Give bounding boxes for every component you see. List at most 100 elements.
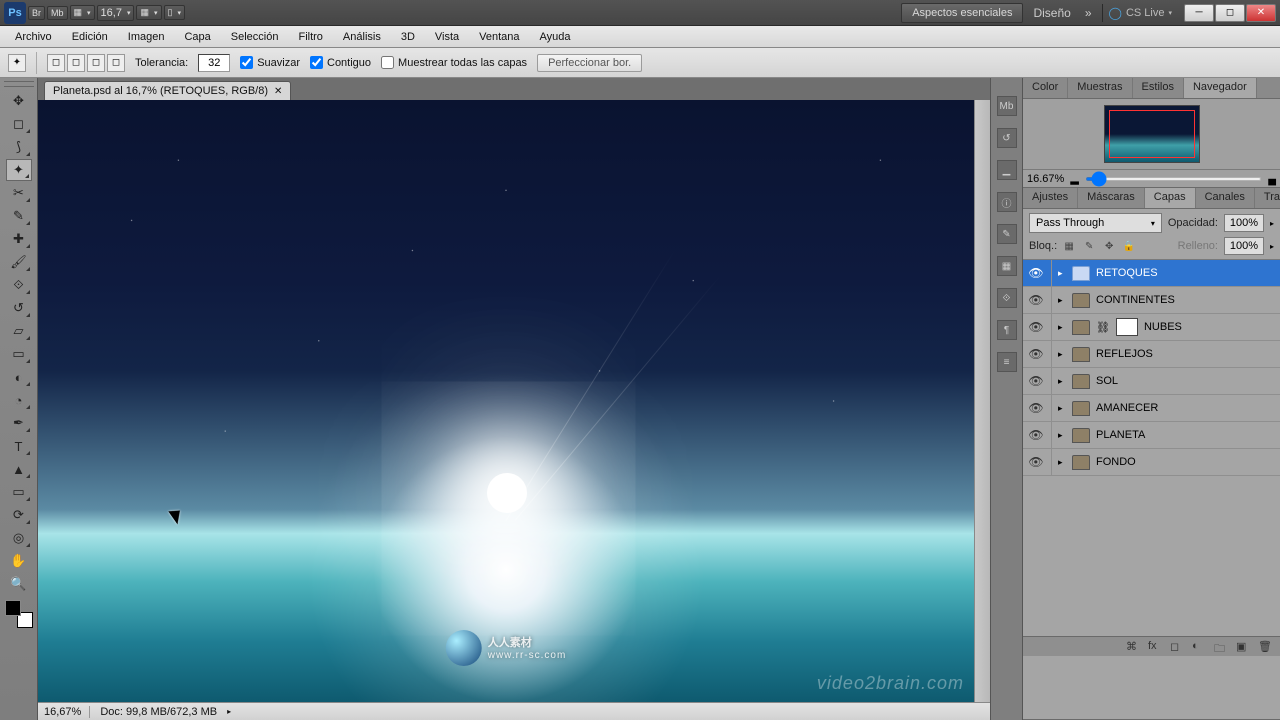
visibility-icon[interactable]: 👁 — [1027, 428, 1045, 442]
adjustment-layer-icon[interactable]: ◐ — [1192, 640, 1208, 654]
document-tab[interactable]: Planeta.psd al 16,7% (RETOQUES, RGB/8) ✕ — [44, 81, 291, 100]
view-options-button[interactable]: ▦ — [70, 5, 95, 20]
blend-mode-dropdown[interactable]: Pass Through — [1029, 213, 1162, 233]
workspace-more-icon[interactable]: » — [1081, 6, 1096, 20]
layer-mask-icon[interactable]: ◻ — [1170, 640, 1186, 654]
dodge-tool[interactable]: ◔ — [6, 389, 32, 411]
vertical-scrollbar[interactable] — [974, 100, 990, 702]
opacity-flyout-icon[interactable]: ▸ — [1270, 219, 1274, 228]
3d-tool[interactable]: ⟳ — [6, 504, 32, 526]
brush-panel-icon[interactable]: ✎ — [997, 224, 1017, 244]
lock-all-icon[interactable]: 🔒 — [1121, 238, 1137, 254]
layer-row[interactable]: 👁 ▸ REFLEJOS — [1023, 341, 1280, 368]
layer-row[interactable]: 👁▸SOL — [1023, 368, 1280, 395]
menu-3d[interactable]: 3D — [392, 29, 424, 45]
minibridge-panel-icon[interactable]: Mb — [997, 96, 1017, 116]
expand-group-icon[interactable]: ▸ — [1058, 457, 1066, 468]
tab-capas[interactable]: Capas — [1145, 188, 1196, 208]
clone-stamp-tool[interactable]: ⟐ — [6, 274, 32, 296]
layer-name[interactable]: REFLEJOS — [1096, 348, 1276, 360]
opacity-value[interactable]: 100% — [1224, 214, 1264, 232]
layer-row[interactable]: 👁▸CONTINENTES — [1023, 287, 1280, 314]
layer-row[interactable]: 👁▸PLANETA — [1023, 422, 1280, 449]
zoom-tool[interactable]: 🔍 — [6, 573, 32, 595]
subtract-selection-icon[interactable]: ◻ — [87, 54, 105, 72]
menu-analisis[interactable]: Análisis — [334, 29, 390, 45]
minimize-window-button[interactable]: ─ — [1184, 4, 1214, 22]
new-layer-icon[interactable]: ▣ — [1236, 640, 1252, 654]
navigator-zoom-slider[interactable] — [1085, 177, 1262, 181]
menu-capa[interactable]: Capa — [175, 29, 219, 45]
tolerance-input[interactable] — [198, 54, 230, 72]
type-tool[interactable]: T — [6, 435, 32, 457]
menu-imagen[interactable]: Imagen — [119, 29, 174, 45]
zoom-out-icon[interactable]: ▂ — [1070, 172, 1078, 185]
marquee-tool[interactable]: ◻ — [6, 113, 32, 135]
fill-flyout-icon[interactable]: ▸ — [1270, 242, 1274, 251]
expand-group-icon[interactable]: ▸ — [1058, 349, 1066, 360]
visibility-icon[interactable]: 👁 — [1027, 347, 1045, 361]
foreground-background-color[interactable] — [5, 600, 33, 628]
histogram-panel-icon[interactable]: ▁ — [997, 160, 1017, 180]
eraser-tool[interactable]: ▱ — [6, 320, 32, 342]
maximize-window-button[interactable]: ◻ — [1215, 4, 1245, 22]
new-group-icon[interactable]: 🗀 — [1214, 640, 1230, 654]
layer-row[interactable]: 👁▸RETOQUES — [1023, 260, 1280, 287]
close-tab-icon[interactable]: ✕ — [274, 86, 282, 97]
lock-position-icon[interactable]: ✥ — [1101, 238, 1117, 254]
tool-preset-icon[interactable]: ✦ — [8, 54, 26, 72]
tab-canales[interactable]: Canales — [1196, 188, 1255, 208]
info-panel-icon[interactable]: ⓘ — [997, 192, 1017, 212]
clone-panel-icon[interactable]: ⟐ — [997, 288, 1017, 308]
healing-brush-tool[interactable]: ✚ — [6, 228, 32, 250]
sample-all-checkbox[interactable]: Muestrear todas las capas — [381, 56, 527, 69]
layer-name[interactable]: NUBES — [1144, 321, 1276, 333]
tab-trazados[interactable]: Trazad — [1255, 188, 1280, 208]
magic-wand-tool[interactable]: ✦ — [6, 159, 32, 181]
shape-tool[interactable]: ▭ — [6, 481, 32, 503]
arrange-button[interactable]: ▯ — [164, 5, 185, 20]
menu-ventana[interactable]: Ventana — [470, 29, 528, 45]
layer-name[interactable]: AMANECER — [1096, 402, 1276, 414]
layer-row[interactable]: 👁▸AMANECER — [1023, 395, 1280, 422]
expand-group-icon[interactable]: ▸ — [1058, 403, 1066, 414]
layer-name[interactable]: CONTINENTES — [1096, 294, 1276, 306]
new-selection-icon[interactable]: ◻ — [47, 54, 65, 72]
intersect-selection-icon[interactable]: ◻ — [107, 54, 125, 72]
layer-row[interactable]: 👁▸⛓NUBES — [1023, 314, 1280, 341]
brush-tool[interactable]: 🖌 — [6, 251, 32, 273]
visibility-icon[interactable]: 👁 — [1027, 374, 1045, 388]
layer-name[interactable]: RETOQUES — [1096, 267, 1276, 279]
link-layers-icon[interactable]: ⌘ — [1126, 640, 1142, 654]
status-zoom[interactable]: 16,67% — [44, 706, 90, 718]
menu-archivo[interactable]: Archivo — [6, 29, 61, 45]
workspace-essential-button[interactable]: Aspectos esenciales — [901, 3, 1023, 23]
layer-name[interactable]: PLANETA — [1096, 429, 1276, 441]
cs-live-button[interactable]: CS Live — [1109, 6, 1172, 20]
toolbox-grip-icon[interactable] — [4, 81, 34, 87]
character-panel-icon[interactable]: ¶ — [997, 320, 1017, 340]
visibility-icon[interactable]: 👁 — [1027, 455, 1045, 469]
antialias-checkbox[interactable]: Suavizar — [240, 56, 300, 69]
add-selection-icon[interactable]: ◻ — [67, 54, 85, 72]
layer-mask-thumb[interactable] — [1116, 318, 1138, 336]
menu-ayuda[interactable]: Ayuda — [531, 29, 580, 45]
tab-color[interactable]: Color — [1023, 78, 1068, 98]
menu-filtro[interactable]: Filtro — [289, 29, 331, 45]
expand-group-icon[interactable]: ▸ — [1058, 376, 1066, 387]
history-panel-icon[interactable]: ↺ — [997, 128, 1017, 148]
hand-tool[interactable]: ✋ — [6, 550, 32, 572]
eyedropper-tool[interactable]: ✎ — [6, 205, 32, 227]
paragraph-panel-icon[interactable]: ≡ — [997, 352, 1017, 372]
tab-navegador[interactable]: Navegador — [1184, 78, 1257, 98]
lock-pixels-icon[interactable]: ✎ — [1081, 238, 1097, 254]
layer-style-icon[interactable]: fx — [1148, 640, 1164, 654]
visibility-icon[interactable]: 👁 — [1027, 266, 1045, 280]
pen-tool[interactable]: ✒ — [6, 412, 32, 434]
navigator-zoom-value[interactable]: 16.67% — [1027, 173, 1064, 185]
layer-name[interactable]: FONDO — [1096, 456, 1276, 468]
fill-value[interactable]: 100% — [1224, 237, 1264, 255]
status-flyout-icon[interactable]: ▸ — [227, 707, 231, 716]
expand-group-icon[interactable]: ▸ — [1058, 295, 1066, 306]
history-brush-tool[interactable]: ↺ — [6, 297, 32, 319]
